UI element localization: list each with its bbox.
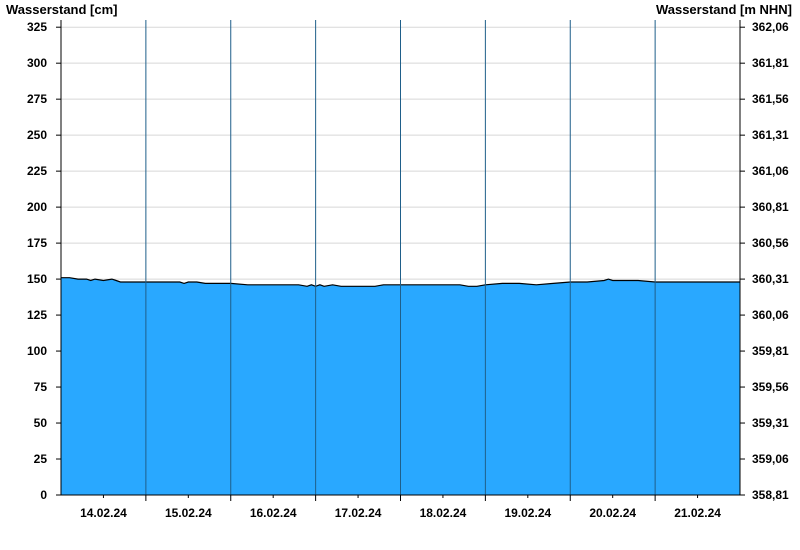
- x-tick-label: 16.02.24: [250, 506, 297, 520]
- left-tick-label: 50: [34, 416, 48, 430]
- x-tick-label: 19.02.24: [504, 506, 551, 520]
- water-level-chart: Wasserstand [cm] Wasserstand [m NHN] 0 25…: [6, 2, 792, 520]
- right-tick-label: 359,56: [752, 380, 789, 394]
- left-tick-label: 200: [27, 200, 47, 214]
- x-tick-label: 14.02.24: [80, 506, 127, 520]
- left-tick-label: 25: [34, 452, 48, 466]
- x-tick-label: 18.02.24: [420, 506, 467, 520]
- right-tick-label: 361,31: [752, 128, 789, 142]
- left-tick-label: 75: [34, 380, 48, 394]
- left-tick-label: 300: [27, 56, 47, 70]
- left-tick-label: 250: [27, 128, 47, 142]
- x-axis-ticks: 14.02.24 15.02.24 16.02.24 17.02.24 18.02.24…: [80, 495, 721, 520]
- x-tick-label: 21.02.24: [674, 506, 721, 520]
- right-tick-label: 358,81: [752, 488, 789, 502]
- right-tick-label: 361,56: [752, 92, 789, 106]
- left-tick-label: 0: [40, 488, 47, 502]
- right-tick-label: 360,56: [752, 236, 789, 250]
- left-tick-label: 125: [27, 308, 47, 322]
- x-tick-label: 15.02.24: [165, 506, 212, 520]
- left-tick-label: 150: [27, 272, 47, 286]
- left-tick-label: 225: [27, 164, 47, 178]
- left-tick-label: 175: [27, 236, 47, 250]
- right-tick-label: 361,81: [752, 56, 789, 70]
- x-tick-label: 20.02.24: [589, 506, 636, 520]
- right-tick-label: 360,31: [752, 272, 789, 286]
- left-tick-label: 275: [27, 92, 47, 106]
- x-tick-label: 17.02.24: [335, 506, 382, 520]
- right-tick-label: 362,06: [752, 20, 789, 34]
- right-tick-label: 361,06: [752, 164, 789, 178]
- right-tick-label: 359,31: [752, 416, 789, 430]
- left-y-axis-ticks: 0 25 50 75 100 125 150 175 200 225 250 275 300 325: [27, 20, 61, 502]
- right-tick-label: 359,06: [752, 452, 789, 466]
- right-tick-label: 360,81: [752, 200, 789, 214]
- left-tick-label: 100: [27, 344, 47, 358]
- left-tick-label: 325: [27, 20, 47, 34]
- right-tick-label: 359,81: [752, 344, 789, 358]
- right-tick-label: 360,06: [752, 308, 789, 322]
- left-axis-title: Wasserstand [cm]: [6, 2, 118, 17]
- right-y-axis-ticks: 358,81 359,06 359,31 359,56 359,81 360,06 360,…: [740, 20, 789, 502]
- right-axis-title: Wasserstand [m NHN]: [656, 2, 792, 17]
